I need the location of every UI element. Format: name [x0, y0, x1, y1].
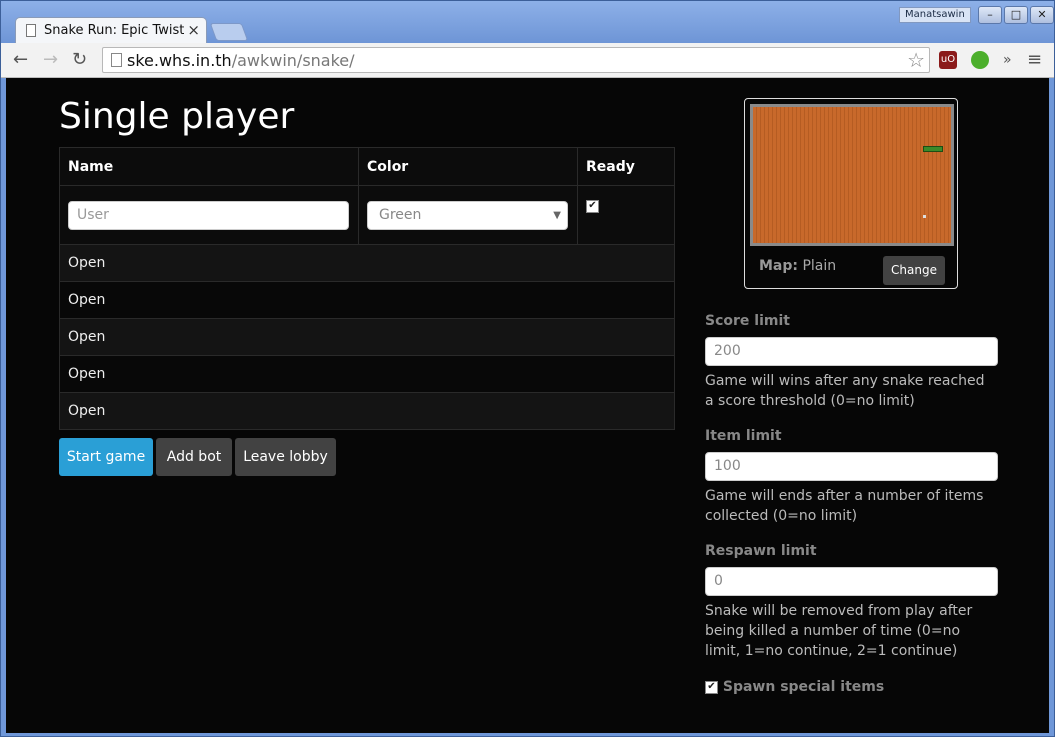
url-host: ske.whs.in.th: [127, 51, 232, 70]
open-slot-row: Open: [59, 392, 675, 430]
tab-title: Snake Run: Epic Twist: [44, 23, 184, 38]
open-slot-row: Open: [59, 318, 675, 356]
menu-icon[interactable]: ≡: [1027, 49, 1042, 70]
map-label-key: Map:: [759, 258, 798, 274]
tab-strip: Snake Run: Epic Twist × Manatsawin – □ ✕: [1, 1, 1054, 43]
respawn-limit-label: Respawn limit: [705, 543, 817, 559]
address-bar[interactable]: ske.whs.in.th/awkwin/snake/ ☆: [102, 47, 930, 73]
item-limit-input[interactable]: 100: [705, 452, 998, 481]
open-slot-row: Open: [59, 281, 675, 319]
spawn-special-items-label: Spawn special items: [722, 679, 885, 695]
page-icon: [111, 53, 122, 67]
players-table: Name Color Ready User Green ▼ ✔ Open Open…: [59, 147, 675, 430]
spawn-special-items: ✔ Spawn special items: [705, 679, 884, 695]
respawn-limit-help: Snake will be removed from play after be…: [705, 603, 973, 659]
back-icon[interactable]: ←: [13, 49, 28, 70]
page-favicon-icon: [26, 24, 36, 37]
map-name: Plain: [802, 258, 837, 274]
browser-tab[interactable]: Snake Run: Epic Twist ×: [15, 17, 207, 43]
open-slot-row: Open: [59, 244, 675, 282]
player-row: User Green ▼ ✔: [59, 185, 675, 245]
url-path: /awkwin/snake/: [231, 51, 355, 70]
column-name: Name: [59, 147, 359, 186]
close-window-button[interactable]: ✕: [1030, 6, 1054, 24]
profile-badge[interactable]: Manatsawin: [899, 7, 971, 23]
score-limit-input[interactable]: 200: [705, 337, 998, 366]
extensions-overflow-icon[interactable]: »: [1003, 52, 1012, 68]
maximize-button[interactable]: □: [1004, 6, 1028, 24]
map-panel: Map: Plain Change: [744, 98, 958, 289]
reload-icon[interactable]: ↻: [72, 49, 87, 70]
open-slot-label: Open: [59, 281, 675, 319]
open-slot-row: Open: [59, 355, 675, 393]
new-tab-button[interactable]: [209, 23, 249, 41]
respawn-limit-input[interactable]: 0: [705, 567, 998, 596]
leave-lobby-button[interactable]: Leave lobby: [235, 438, 336, 476]
forward-icon[interactable]: →: [43, 49, 58, 70]
browser-toolbar: ← → ↻ ske.whs.in.th/awkwin/snake/ ☆ uO »…: [1, 43, 1054, 78]
column-color: Color: [358, 147, 578, 186]
tab-close-icon[interactable]: ×: [187, 21, 200, 39]
score-limit-help: Game will wins after any snake reached a…: [705, 373, 985, 409]
spawn-special-items-checkbox[interactable]: ✔: [705, 680, 718, 694]
color-value: Green: [379, 206, 422, 223]
color-select[interactable]: Green ▼: [367, 200, 568, 230]
item-limit-help: Game will ends after a number of items c…: [705, 488, 984, 524]
minimize-button[interactable]: –: [978, 6, 1002, 24]
start-game-button[interactable]: Start game: [59, 438, 153, 476]
map-label: Map: Plain: [759, 258, 836, 274]
player-name-input[interactable]: User: [68, 200, 349, 230]
url-text: ske.whs.in.th/awkwin/snake/: [127, 51, 355, 70]
snake-preview-icon: [923, 146, 943, 152]
map-preview: [750, 104, 954, 246]
item-limit-label: Item limit: [705, 428, 782, 444]
chevron-down-icon: ▼: [553, 209, 561, 221]
change-map-button[interactable]: Change: [883, 256, 945, 285]
evernote-icon[interactable]: [971, 51, 989, 69]
item-preview-icon: [923, 215, 926, 218]
bookmark-star-icon[interactable]: ☆: [907, 48, 925, 72]
page-content: Single player Name Color Ready User Gree…: [6, 78, 1049, 733]
open-slot-label: Open: [59, 392, 675, 430]
ublock-icon[interactable]: uO: [939, 51, 957, 69]
score-limit-label: Score limit: [705, 313, 790, 329]
add-bot-button[interactable]: Add bot: [156, 438, 232, 476]
browser-window: Snake Run: Epic Twist × Manatsawin – □ ✕…: [0, 0, 1055, 737]
open-slot-label: Open: [59, 355, 675, 393]
open-slot-label: Open: [59, 244, 675, 282]
column-ready: Ready: [577, 147, 675, 186]
page-title: Single player: [59, 96, 295, 137]
open-slot-label: Open: [59, 318, 675, 356]
ready-checkbox[interactable]: ✔: [586, 199, 599, 213]
